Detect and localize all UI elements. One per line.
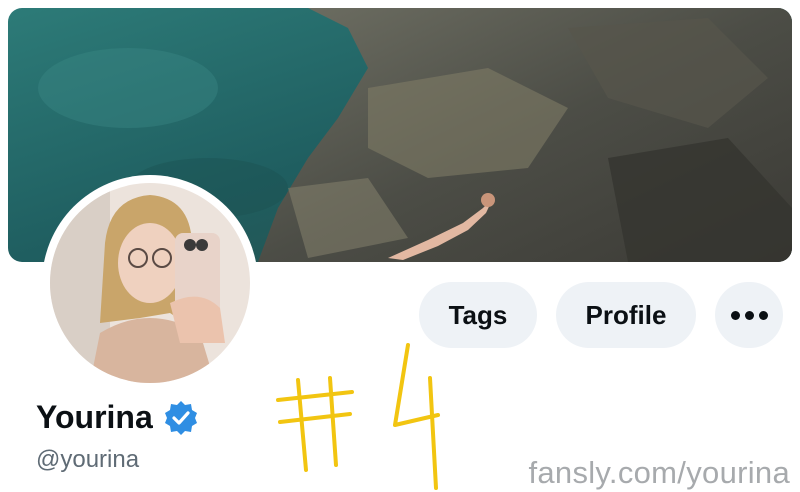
- avatar[interactable]: [50, 183, 250, 383]
- handwritten-number-annotation: [276, 343, 440, 490]
- watermark: fansly.com/yourina: [528, 455, 790, 490]
- profile-label: Profile: [585, 299, 667, 330]
- display-name: Yourina: [36, 399, 153, 435]
- more-button[interactable]: [715, 282, 783, 348]
- profile-button[interactable]: Profile: [556, 282, 696, 348]
- tags-label: Tags: [448, 299, 508, 330]
- name-row: Yourina: [36, 399, 199, 436]
- verified-badge-icon: [164, 400, 197, 435]
- avatar-photo: [50, 183, 250, 383]
- more-dots-icon: [730, 310, 768, 320]
- username-handle: @yourina: [36, 446, 140, 473]
